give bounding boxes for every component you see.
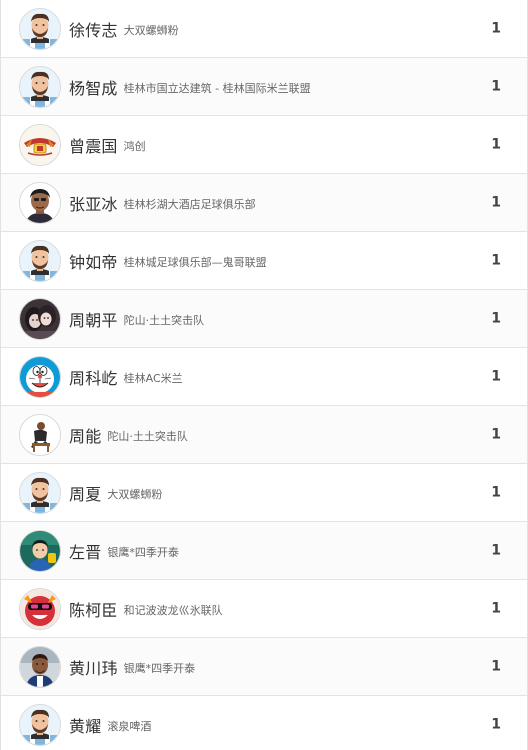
- player-name[interactable]: 周夏: [69, 481, 101, 505]
- player-name[interactable]: 左晋: [69, 539, 101, 563]
- count-value: 1: [491, 310, 501, 327]
- list-item[interactable]: 钟如帝 桂林城足球俱乐部—鬼哥联盟 1: [1, 232, 527, 290]
- team-name: 陀山·土土突击队: [123, 313, 205, 327]
- avatar[interactable]: [19, 529, 61, 572]
- list-item[interactable]: 左晋 银鹰*四季开泰 1: [1, 522, 527, 580]
- avatar[interactable]: [19, 413, 61, 456]
- team-name: 大双螺蛳粉: [107, 487, 163, 501]
- player-name[interactable]: 黄耀: [69, 713, 101, 737]
- messi-icon: [20, 8, 60, 49]
- team-name: 大双螺蛳粉: [123, 23, 179, 37]
- sitting-figure-icon: [20, 414, 60, 455]
- avatar[interactable]: [19, 587, 61, 630]
- team-name: 桂林城足球俱乐部—鬼哥联盟: [123, 255, 267, 269]
- player-name[interactable]: 钟如帝: [69, 249, 118, 273]
- count-value: 1: [491, 252, 501, 269]
- messi-icon: [20, 704, 60, 745]
- person-photo-icon: [20, 182, 60, 223]
- list-item[interactable]: 周朝平 陀山·土土突击队 1: [1, 290, 527, 348]
- badge-red-icon: [20, 124, 60, 165]
- list-item[interactable]: 黄耀 滚泉啤酒 1: [1, 696, 527, 750]
- count-value: 1: [491, 716, 501, 733]
- player-photo-icon: [20, 646, 60, 687]
- player-name[interactable]: 陈柯臣: [69, 597, 118, 621]
- avatar[interactable]: [19, 297, 61, 340]
- count-value: 1: [491, 426, 501, 443]
- team-name: 鸿创: [123, 139, 146, 153]
- count-value: 1: [491, 484, 501, 501]
- team-name: 桂林市国立达建筑 - 桂林国际米兰联盟: [123, 81, 311, 95]
- count-value: 1: [491, 136, 501, 153]
- player-name[interactable]: 杨智成: [69, 75, 118, 99]
- avatar[interactable]: [19, 7, 61, 50]
- list-item[interactable]: 陈柯臣 和记波波龙巛氷联队 1: [1, 580, 527, 638]
- messi-icon: [20, 240, 60, 281]
- team-name: 桂林杉湖大酒店足球俱乐部: [123, 197, 256, 211]
- list-item[interactable]: 杨智成 桂林市国立达建筑 - 桂林国际米兰联盟 1: [1, 58, 527, 116]
- list-item[interactable]: 徐传志 大双螺蛳粉 1: [1, 0, 527, 58]
- count-value: 1: [491, 600, 501, 617]
- avatar[interactable]: [19, 703, 61, 746]
- player-name[interactable]: 曾震国: [69, 133, 118, 157]
- team-name: 和记波波龙巛氷联队: [123, 603, 223, 617]
- player-name[interactable]: 周能: [69, 423, 101, 447]
- player-list: 徐传志 大双螺蛳粉 1 杨智成 桂林市国立达建筑 - 桂林国际米兰联盟 1 曾震国 鸿创 1: [0, 0, 528, 750]
- list-item[interactable]: 周夏 大双螺蛳粉 1: [1, 464, 527, 522]
- list-item[interactable]: 周科屹 桂林AC米兰 1: [1, 348, 527, 406]
- kid-photo-icon: [20, 530, 60, 571]
- player-name[interactable]: 周朝平: [69, 307, 118, 331]
- player-name[interactable]: 周科屹: [69, 365, 118, 389]
- avatar[interactable]: [19, 65, 61, 108]
- messi-icon: [20, 66, 60, 107]
- list-item[interactable]: 张亚冰 桂林杉湖大酒店足球俱乐部 1: [1, 174, 527, 232]
- messi-icon: [20, 472, 60, 513]
- avatar[interactable]: [19, 181, 61, 224]
- count-value: 1: [491, 20, 501, 37]
- count-value: 1: [491, 368, 501, 385]
- team-name: 银鹰*四季开泰: [123, 661, 196, 675]
- team-name: 桂林AC米兰: [123, 371, 183, 385]
- doraemon-icon: [20, 356, 60, 397]
- team-name: 滚泉啤酒: [107, 719, 152, 733]
- list-item[interactable]: 周能 陀山·土土突击队 1: [1, 406, 527, 464]
- list-item[interactable]: 曾震国 鸿创 1: [1, 116, 527, 174]
- avatar[interactable]: [19, 471, 61, 514]
- count-value: 1: [491, 194, 501, 211]
- player-name[interactable]: 张亚冰: [69, 191, 118, 215]
- team-name: 银鹰*四季开泰: [107, 545, 179, 559]
- cartoon-red-icon: [20, 588, 60, 629]
- count-value: 1: [491, 542, 501, 559]
- team-name: 陀山·土土突击队: [107, 429, 188, 443]
- avatar[interactable]: [19, 355, 61, 398]
- player-name[interactable]: 徐传志: [69, 17, 118, 41]
- count-value: 1: [491, 78, 501, 95]
- player-name[interactable]: 黄川玮: [69, 655, 118, 679]
- avatar[interactable]: [19, 239, 61, 282]
- couple-photo-icon: [20, 298, 60, 339]
- avatar[interactable]: [19, 123, 61, 166]
- count-value: 1: [491, 658, 501, 675]
- list-item[interactable]: 黄川玮 银鹰*四季开泰 1: [1, 638, 527, 696]
- avatar[interactable]: [19, 645, 61, 688]
